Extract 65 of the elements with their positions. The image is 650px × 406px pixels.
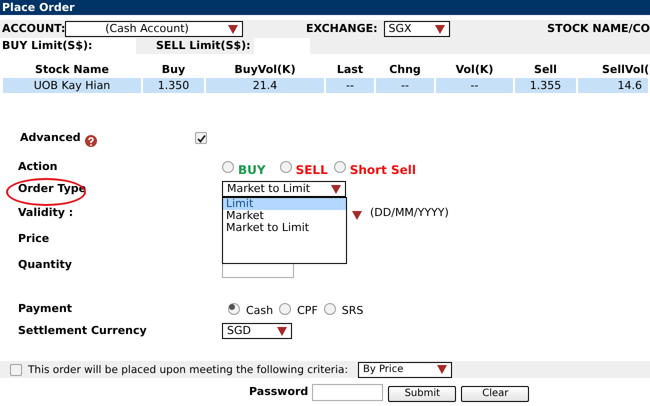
action-option-label[interactable]: BUY: [238, 161, 266, 179]
action-option-label[interactable]: Short Sell: [350, 161, 416, 179]
column-header: Last: [336, 62, 364, 78]
column-header: BuyVol(K): [233, 62, 297, 78]
radio-button[interactable]: [228, 303, 240, 315]
column-header: SellVol(: [601, 62, 648, 78]
radio-button[interactable]: [334, 161, 346, 173]
payment-option-label[interactable]: CPF: [297, 302, 318, 320]
title-bar: Place Order: [0, 0, 650, 15]
stock-name-label: STOCK NAME/CO: [547, 20, 650, 37]
table-cell: UOB Kay Hian: [3, 78, 141, 93]
column-header: Chng: [388, 62, 422, 78]
column-header: Buy: [160, 62, 186, 78]
table-cell: 21.4: [206, 78, 324, 93]
table-cell: 14.6: [578, 78, 648, 93]
radio-button[interactable]: [280, 161, 292, 173]
exchange-select[interactable]: SGX: [384, 21, 450, 37]
dropdown-arrow-icon[interactable]: [331, 184, 341, 194]
dropdown-arrow-icon: [352, 210, 362, 220]
radio-button[interactable]: [324, 303, 336, 315]
dropdown-option[interactable]: Market: [223, 210, 346, 222]
advanced-label: Advanced: [20, 130, 81, 146]
criteria-select[interactable]: By Price: [358, 362, 452, 378]
sell-limit-label: SELL Limit(S$):: [156, 38, 251, 54]
date-format-hint: (DD/MM/YYYY): [370, 204, 449, 221]
form-button[interactable]: Clear: [461, 386, 530, 402]
dropdown-option[interactable]: Limit: [223, 198, 346, 210]
column-header: Stock Name: [34, 62, 110, 78]
criteria-label: This order will be placed upon meeting the following criteria:: [28, 362, 348, 378]
exchange-label: EXCHANGE:: [306, 20, 378, 37]
order-type-dropdown-list[interactable]: Limit Market Market to Limit: [222, 197, 347, 264]
table-cell: 1.350: [143, 78, 204, 93]
password-field[interactable]: [312, 384, 384, 400]
radio-button[interactable]: [222, 161, 234, 173]
action-option-label[interactable]: SELL: [296, 161, 328, 179]
dropdown-arrow-icon[interactable]: [437, 365, 447, 374]
radio-button[interactable]: [279, 303, 292, 315]
help-icon[interactable]: [84, 135, 97, 147]
password-label: Password: [249, 384, 308, 400]
order-type-select[interactable]: Market to Limit: [222, 181, 346, 197]
settlement-currency-label: Settlement Currency: [18, 322, 147, 339]
checkbox[interactable]: [195, 132, 207, 144]
dropdown-arrow-icon[interactable]: [434, 24, 445, 34]
dropdown-arrow-icon[interactable]: [228, 24, 238, 34]
checkbox[interactable]: [10, 364, 22, 376]
form-button[interactable]: Submit: [388, 386, 456, 402]
quantity-label: Quantity: [18, 256, 72, 273]
column-header: Vol(K): [454, 62, 494, 78]
table-cell: --: [436, 78, 513, 93]
payment-label: Payment: [18, 300, 72, 317]
table-cell: --: [326, 78, 374, 93]
dropdown-arrow-icon[interactable]: [277, 326, 287, 336]
payment-option-label[interactable]: Cash: [246, 302, 274, 320]
account-select[interactable]: (Cash Account): [65, 21, 243, 37]
dropdown-option[interactable]: Market to Limit: [223, 222, 346, 234]
account-label: ACCOUNT:: [2, 20, 62, 37]
price-label: Price: [18, 230, 50, 247]
table-cell: --: [376, 78, 434, 93]
payment-option-label[interactable]: SRS: [342, 302, 364, 320]
currency-select[interactable]: SGD: [222, 323, 292, 339]
action-label: Action: [18, 158, 58, 175]
buy-limit-label: BUY Limit(S$):: [2, 38, 92, 54]
validity-label: Validity :: [18, 204, 74, 221]
column-header: Sell: [533, 62, 558, 78]
table-cell: 1.355: [515, 78, 576, 93]
